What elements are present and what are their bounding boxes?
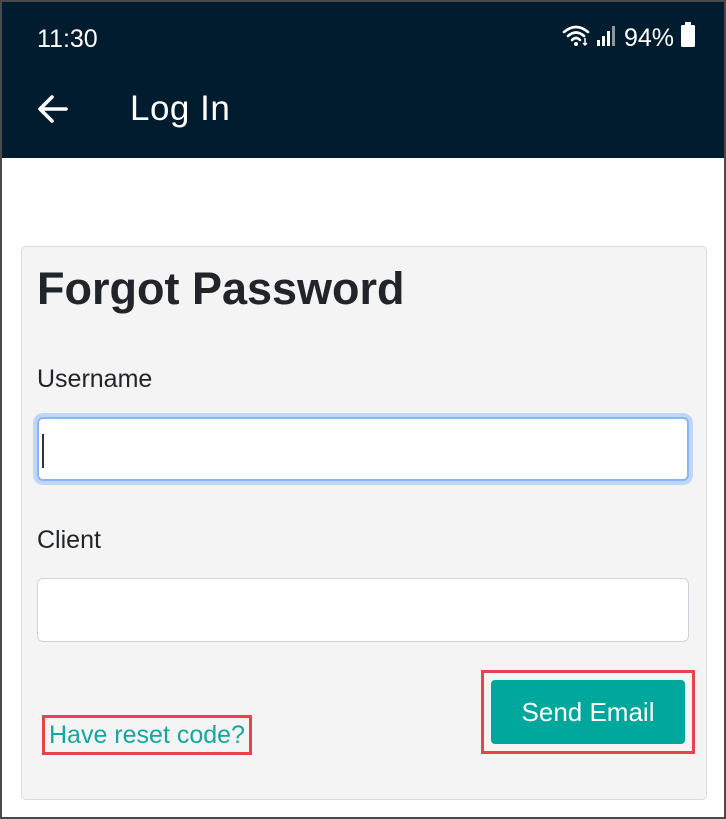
text-cursor (42, 434, 44, 468)
client-label: Client (37, 526, 101, 554)
wifi-icon (562, 23, 590, 52)
username-input[interactable] (37, 417, 689, 481)
phone-screen: 11:30 94% Log In Forgot Password Usernam… (0, 0, 726, 819)
client-input[interactable] (37, 578, 689, 642)
reset-link-highlight: Have reset code? (42, 715, 252, 755)
signal-icon (596, 23, 618, 52)
app-bar: 11:30 94% Log In (2, 2, 724, 158)
back-button[interactable] (36, 92, 70, 126)
page-title: Log In (130, 89, 231, 128)
forgot-password-card: Forgot Password Username Client Have res… (21, 246, 707, 800)
send-email-button[interactable]: Send Email (491, 680, 685, 744)
form-heading: Forgot Password (37, 263, 405, 314)
arrow-left-icon (38, 95, 68, 123)
have-reset-code-link[interactable]: Have reset code? (49, 721, 245, 749)
battery-icon (680, 22, 696, 53)
username-label: Username (37, 365, 153, 393)
battery-percentage: 94% (623, 23, 674, 52)
status-icons: 94% (562, 22, 696, 53)
status-time: 11:30 (37, 25, 98, 53)
send-email-highlight: Send Email (481, 670, 695, 754)
